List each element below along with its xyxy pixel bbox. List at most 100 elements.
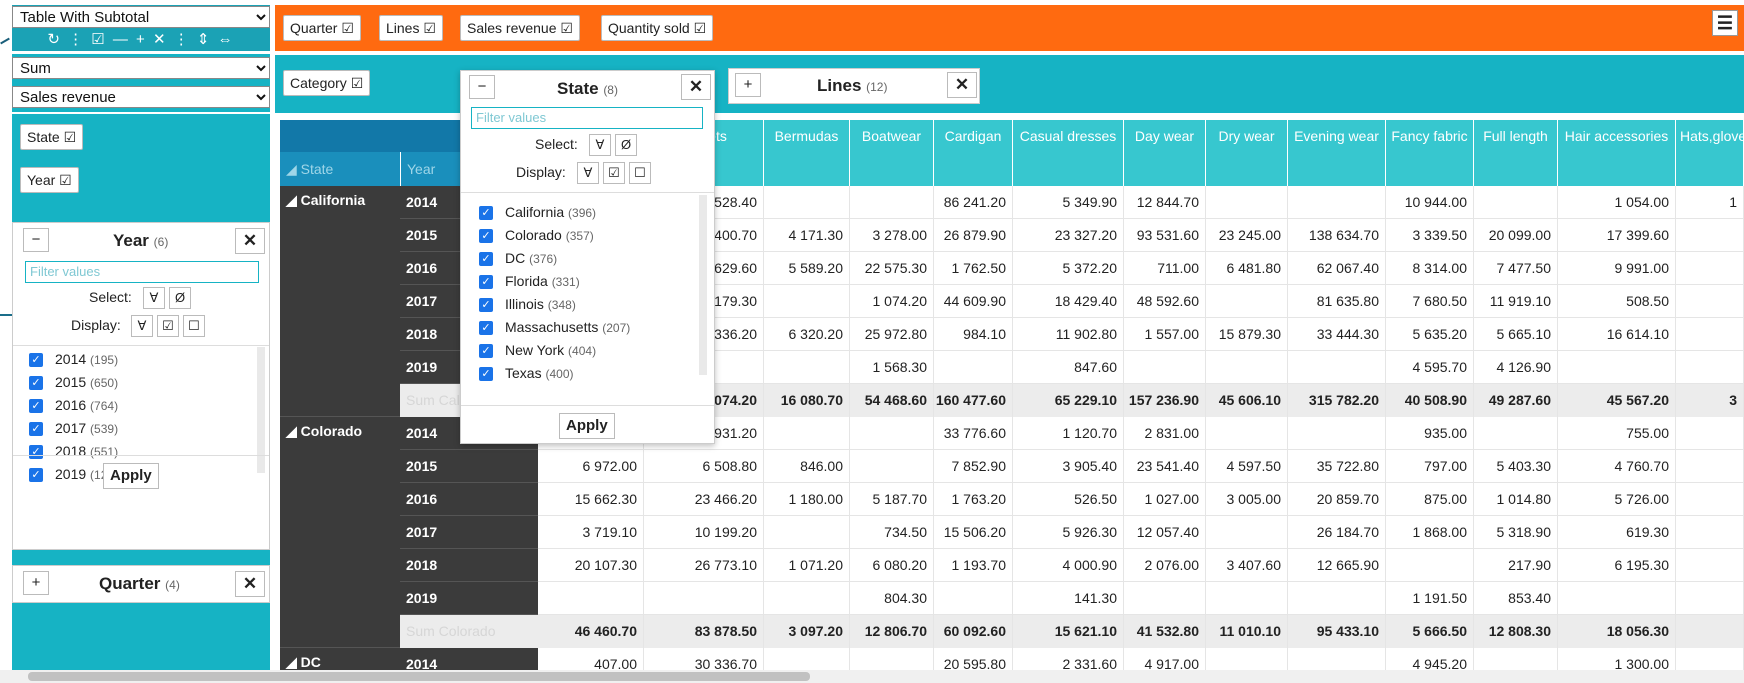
column-header[interactable]: Hats,glove (1676, 120, 1744, 186)
lines-close-button[interactable]: ✕ (947, 72, 977, 98)
subtotal-cell: 157 236.90 (1124, 384, 1206, 417)
column-header[interactable]: Hair accessories (1558, 120, 1676, 186)
filter-item[interactable]: 2016 (764) (55, 397, 118, 413)
table-cell: 6 320.20 (764, 318, 850, 351)
checkbox-checked-icon[interactable]: ✓ (479, 229, 493, 243)
year-display-all-button[interactable]: ∀ (131, 315, 153, 337)
checkbox-checked-icon[interactable]: ✓ (479, 298, 493, 312)
state-select-none-button[interactable]: Ø (615, 134, 637, 156)
row-attr-year[interactable]: Year ☑ (20, 167, 79, 193)
state-filter-input[interactable]: Filter values (471, 107, 703, 129)
quarter-close-button[interactable]: ✕ (235, 571, 265, 597)
year-display-checked-button[interactable]: ☑ (157, 315, 179, 337)
checkbox-checked-icon[interactable]: ✓ (29, 445, 43, 459)
row-header-state-value[interactable]: ◢ Colorado (280, 417, 400, 648)
value-select[interactable]: Sales revenue (12, 86, 270, 108)
horizontal-scrollbar-thumb[interactable] (28, 672, 810, 681)
table-cell (1206, 417, 1288, 450)
filter-item-name: Texas (505, 365, 542, 381)
year-close-button[interactable]: ✕ (235, 228, 265, 254)
attr-quantity-sold[interactable]: Quantity sold ☑ (601, 15, 714, 41)
filter-item-name: Colorado (505, 227, 562, 243)
menu-icon[interactable]: ☰ (1712, 10, 1738, 36)
lines-expand-button[interactable]: + (735, 73, 761, 97)
row-header-year-value[interactable]: 2019 (400, 582, 538, 615)
filter-item-name: California (505, 204, 565, 220)
filter-item[interactable]: California (396) (505, 204, 596, 220)
filter-item[interactable]: 2015 (650) (55, 374, 118, 390)
year-filter-input[interactable]: Filter values (25, 261, 259, 283)
subtotal-cell: 41 532.80 (1124, 615, 1206, 648)
filter-item[interactable]: Florida (331) (505, 273, 580, 289)
filter-item[interactable]: Illinois (348) (505, 296, 576, 312)
checkbox-checked-icon[interactable]: ✓ (479, 206, 493, 220)
checkbox-checked-icon[interactable]: ✓ (479, 252, 493, 266)
view-toolbar-icons[interactable]: ↻ ⋮ ☑ — + ✕ ⋮ ⇕ ⇔ (12, 29, 270, 51)
state-display-all-button[interactable]: ∀ (577, 162, 599, 184)
attr-lines[interactable]: Lines ☑ (379, 15, 443, 41)
year-apply-button[interactable]: Apply (103, 463, 159, 489)
checkbox-checked-icon[interactable]: ✓ (29, 376, 43, 390)
state-select-all-button[interactable]: ∀ (589, 134, 611, 156)
table-cell: 1 120.70 (1013, 417, 1124, 450)
row-header-year-value[interactable]: 2018 (400, 549, 538, 582)
table-cell: 5 187.70 (850, 483, 934, 516)
filter-item[interactable]: Colorado (357) (505, 227, 594, 243)
filter-item[interactable]: DC (376) (505, 250, 557, 266)
filter-item-name: Massachusetts (505, 319, 599, 335)
renderer-select[interactable]: Table With Subtotal (12, 6, 270, 28)
column-header[interactable]: Dry wear (1206, 120, 1288, 186)
checkbox-checked-icon[interactable]: ✓ (479, 367, 493, 381)
column-header[interactable]: Evening wear (1288, 120, 1386, 186)
row-header-state-value[interactable]: ◢ California (280, 186, 400, 417)
row-attr-state[interactable]: State ☑ (20, 124, 84, 150)
table-cell (764, 186, 850, 219)
table-cell: 3 005.00 (1206, 483, 1288, 516)
filter-item[interactable]: 2017 (539) (55, 420, 118, 436)
state-filter-panel: − State (8) ✕ Filter values Select: ∀ Ø … (460, 70, 715, 444)
column-header[interactable]: Casual dresses (1013, 120, 1124, 186)
year-select-all-button[interactable]: ∀ (143, 287, 165, 309)
filter-item[interactable]: 2018 (551) (55, 443, 118, 459)
col-attr-category[interactable]: Category ☑ (283, 70, 371, 96)
checkbox-checked-icon[interactable]: ✓ (29, 422, 43, 436)
checkbox-checked-icon[interactable]: ✓ (29, 399, 43, 413)
table-cell: 5 403.30 (1474, 450, 1558, 483)
state-display-checked-button[interactable]: ☑ (603, 162, 625, 184)
column-header[interactable]: Day wear (1124, 120, 1206, 186)
filter-item[interactable]: New York (404) (505, 342, 596, 358)
attr-quarter[interactable]: Quarter ☑ (283, 15, 361, 41)
row-header-year-value[interactable]: 2016 (400, 483, 538, 516)
column-header[interactable]: Bermudas (764, 120, 850, 186)
filter-item[interactable]: Massachusetts (207) (505, 319, 630, 335)
column-header[interactable]: Full length (1474, 120, 1558, 186)
column-header[interactable]: Cardigan (934, 120, 1013, 186)
subtotal-cell: 12 808.30 (1474, 615, 1558, 648)
column-header[interactable]: Boatwear (850, 120, 934, 186)
checkbox-checked-icon[interactable]: ✓ (479, 321, 493, 335)
checkbox-checked-icon[interactable]: ✓ (479, 275, 493, 289)
attr-sales-revenue[interactable]: Sales revenue ☑ (460, 15, 580, 41)
lines-panel-title: Lines (12) (817, 76, 888, 95)
row-header-year-value[interactable]: 2015 (400, 450, 538, 483)
aggregator-select[interactable]: Sum (12, 57, 270, 79)
year-collapse-button[interactable]: − (23, 228, 49, 252)
table-cell: 2 076.00 (1124, 549, 1206, 582)
checkbox-checked-icon[interactable]: ✓ (29, 353, 43, 367)
quarter-expand-button[interactable]: + (23, 571, 49, 595)
table-cell: 23 245.00 (1206, 219, 1288, 252)
state-list-scrollbar[interactable] (699, 195, 707, 375)
state-close-button[interactable]: ✕ (681, 74, 711, 100)
checkbox-checked-icon[interactable]: ✓ (29, 468, 43, 482)
checkbox-checked-icon[interactable]: ✓ (479, 344, 493, 358)
year-display-unchecked-button[interactable]: ☐ (183, 315, 205, 337)
filter-item[interactable]: 2014 (195) (55, 351, 118, 367)
column-header[interactable]: Fancy fabric (1386, 120, 1474, 186)
state-apply-button[interactable]: Apply (559, 413, 615, 439)
filter-item[interactable]: Texas (400) (505, 365, 573, 381)
year-select-none-button[interactable]: Ø (169, 287, 191, 309)
state-display-unchecked-button[interactable]: ☐ (629, 162, 651, 184)
state-collapse-button[interactable]: − (469, 75, 495, 99)
row-header-year-value[interactable]: 2017 (400, 516, 538, 549)
row-header-state[interactable]: ◢ State (280, 152, 400, 186)
